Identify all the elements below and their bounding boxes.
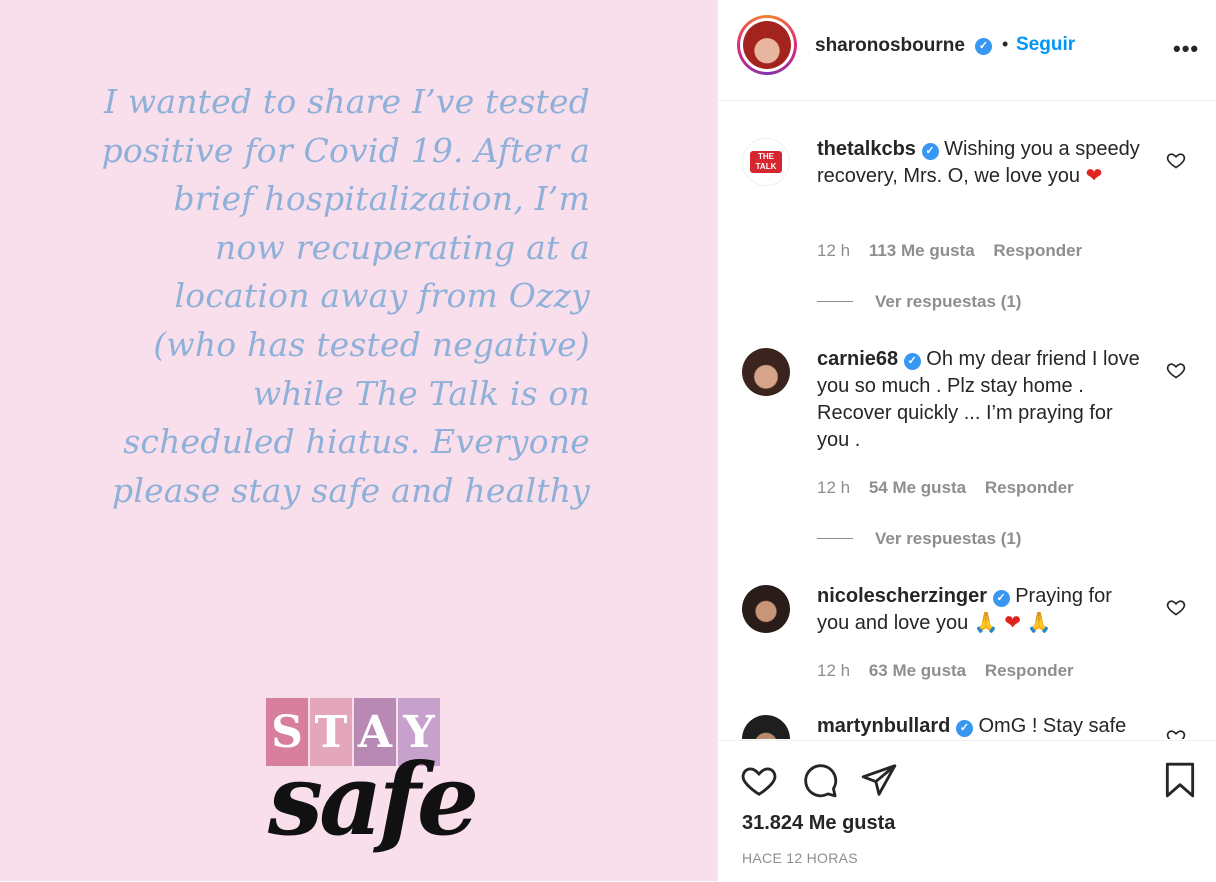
post-timestamp[interactable]: HACE 12 HORAS	[742, 850, 858, 866]
post-text-line: location away from Ozzy	[174, 276, 590, 316]
red-heart-emoji-icon: ❤	[1085, 165, 1103, 187]
follow-button[interactable]: Seguir	[1016, 34, 1075, 56]
comment-like-heart-icon[interactable]	[1166, 150, 1186, 170]
share-paper-plane-icon[interactable]	[860, 761, 898, 799]
commenter-avatar[interactable]: THE TALK	[742, 138, 790, 186]
comments-list[interactable]: THE TALK thetalkcbs ✓ Wishing you a spee…	[718, 101, 1216, 739]
commenter-username[interactable]: martynbullard	[817, 715, 950, 737]
post-text-line: please stay safe and healthy	[112, 470, 590, 510]
praying-hands-emoji-icon: 🙏	[1026, 612, 1052, 634]
view-replies-label: Ver respuestas (1)	[875, 529, 1022, 548]
commenter-username[interactable]: carnie68	[817, 348, 898, 370]
header-separator: •	[1002, 34, 1009, 54]
comment-time: 12 h	[817, 241, 851, 260]
comment-like-heart-icon[interactable]	[1166, 727, 1186, 739]
comment-like-count[interactable]: 54 Me gusta	[869, 478, 966, 497]
view-replies-label: Ver respuestas (1)	[875, 292, 1022, 311]
the-talk-logo-icon: THE TALK	[750, 151, 782, 173]
verified-badge-icon: ✓	[975, 38, 992, 55]
comment-time: 12 h	[817, 661, 851, 680]
post-text-line: I wanted to share I’ve tested	[103, 82, 590, 121]
like-heart-icon[interactable]	[740, 761, 778, 799]
commenter-avatar[interactable]	[742, 348, 790, 396]
comment-like-heart-icon[interactable]	[1166, 360, 1186, 380]
comment-like-count[interactable]: 63 Me gusta	[869, 661, 966, 680]
post-text-line: (who has tested negative)	[153, 324, 590, 364]
post-like-count[interactable]: 31.824 Me gusta	[742, 812, 895, 835]
commenter-username[interactable]: thetalkcbs	[817, 138, 916, 160]
view-replies-button[interactable]: Ver respuestas (1)	[817, 292, 1021, 312]
verified-badge-icon: ✓	[955, 720, 973, 737]
verified-badge-icon: ✓	[992, 590, 1010, 607]
post-text-line: brief hospitalization, I’m	[173, 179, 590, 219]
comment-text: thetalkcbs ✓ Wishing you a speedy recove…	[817, 136, 1142, 190]
author-avatar[interactable]	[737, 15, 797, 75]
post-text-line: scheduled hiatus. Everyone	[123, 422, 590, 462]
verified-badge-icon: ✓	[921, 143, 939, 160]
post-text-line: while The Talk is on	[252, 373, 590, 413]
comment-meta: 12 h 54 Me gusta Responder	[817, 478, 1088, 498]
verified-badge-icon: ✓	[903, 353, 921, 370]
comment-text: martynbullard ✓ OmG ! Stay safe	[817, 713, 1142, 739]
comment-bubble-icon[interactable]	[801, 761, 839, 799]
red-heart-emoji-icon: ❤	[1004, 612, 1022, 634]
commenter-avatar[interactable]	[742, 585, 790, 633]
view-replies-button[interactable]: Ver respuestas (1)	[817, 529, 1021, 549]
comment-like-count[interactable]: 113 Me gusta	[869, 241, 975, 260]
post-text-line: positive for Covid 19. After a	[101, 130, 590, 170]
replies-divider	[817, 538, 853, 539]
post-actions: 31.824 Me gusta HACE 12 HORAS	[718, 740, 1216, 882]
replies-divider	[817, 301, 853, 302]
praying-hands-emoji-icon: 🙏	[973, 612, 999, 634]
post-image[interactable]: I wanted to share I’ve tested positive f…	[0, 0, 717, 881]
post-image-text: I wanted to share I’ve tested positive f…	[100, 78, 590, 515]
reply-button[interactable]: Responder	[985, 661, 1074, 680]
comment-message: OmG ! Stay safe	[978, 715, 1127, 737]
comment-text: nicolescherzinger ✓ Praying for you and …	[817, 583, 1142, 637]
more-options-icon[interactable]: •••	[1173, 36, 1199, 62]
comment-text: carnie68 ✓ Oh my dear friend I love you …	[817, 346, 1142, 454]
safe-script-lettering: safe	[268, 743, 479, 858]
post-side-panel: sharonosbourne ✓ • Seguir ••• THE TALK t…	[717, 0, 1216, 881]
comment-meta: 12 h 63 Me gusta Responder	[817, 661, 1088, 681]
comment-time: 12 h	[817, 478, 851, 497]
reply-button[interactable]: Responder	[985, 478, 1074, 497]
comment-like-heart-icon[interactable]	[1166, 597, 1186, 617]
comment-meta: 12 h 113 Me gusta Responder	[817, 241, 1096, 261]
reply-button[interactable]: Responder	[993, 241, 1082, 260]
commenter-username[interactable]: nicolescherzinger	[817, 585, 987, 607]
post-header: sharonosbourne ✓ • Seguir •••	[718, 0, 1216, 101]
save-bookmark-icon[interactable]	[1161, 761, 1199, 799]
post-text-line: now recuperating at a	[215, 227, 590, 267]
commenter-avatar[interactable]	[742, 715, 790, 739]
author-username[interactable]: sharonosbourne	[815, 35, 965, 57]
